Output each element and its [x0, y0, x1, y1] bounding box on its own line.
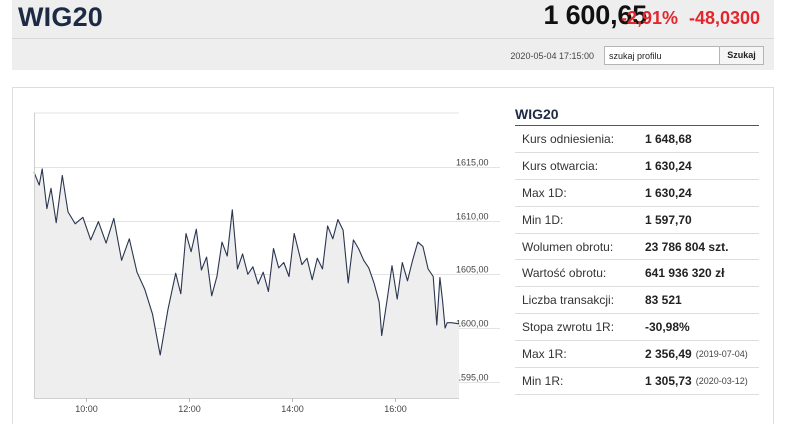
info-row-value: 1 648,68	[645, 131, 692, 146]
info-row-label: Max 1R:	[522, 347, 567, 362]
info-row-value: -30,98%	[645, 320, 690, 335]
info-row: Stopa zwrotu 1R: -30,98%	[515, 314, 759, 342]
info-row-value: 23 786 804 szt.	[645, 239, 729, 254]
info-row-date-note: (2019-07-04)	[695, 349, 748, 360]
info-row-value: 2 356,49	[645, 347, 692, 362]
y-tick-label: 1600,00	[456, 319, 489, 329]
y-tick-label: 1615,00	[456, 158, 489, 168]
info-row-label: Liczba transakcji:	[522, 293, 615, 308]
x-tick-label: 14:00	[281, 404, 304, 414]
info-row-date-note: (2020-03-12)	[695, 375, 748, 386]
info-row-value: 1 630,24	[645, 185, 692, 200]
y-tick-label: 1595,00	[456, 373, 489, 383]
info-row-label: Min 1D:	[522, 212, 564, 227]
info-row-value: 1 630,24	[645, 158, 692, 173]
info-row: Max 1D: 1 630,24	[515, 180, 759, 207]
info-row-label: Kurs otwarcia:	[522, 158, 599, 173]
info-row-label: Stopa zwrotu 1R:	[522, 320, 615, 335]
info-row-value: 83 521	[645, 293, 682, 308]
info-row: Liczba transakcji: 83 521	[515, 287, 759, 315]
info-row: Wolumen obrotu: 23 786 804 szt.	[515, 234, 759, 261]
info-table: WIG20 Kurs odniesienia: 1 648,68 Kurs otwa…	[515, 103, 759, 395]
x-tick-label: 10:00	[75, 404, 98, 414]
info-row: Min 1D: 1 597,70	[515, 207, 759, 234]
x-tick-label: 16:00	[384, 404, 407, 414]
info-row-value: 1 597,70	[645, 212, 692, 227]
info-row: Max 1R: 2 356,49 (2019-07-04)	[515, 341, 759, 369]
info-row: Kurs otwarcia: 1 630,24	[515, 153, 759, 180]
info-row-value: 641 936 320 zł	[645, 266, 725, 281]
info-row-label: Kurs odniesienia:	[522, 131, 615, 146]
info-row-label: Wolumen obrotu:	[522, 239, 614, 254]
info-row: Wartość obrotu: 641 936 320 zł	[515, 260, 759, 288]
info-row-label: Max 1D:	[522, 185, 567, 200]
info-row-value: 1 305,73	[645, 373, 692, 388]
x-tick-label: 12:00	[178, 404, 201, 414]
y-tick-label: 1610,00	[456, 212, 489, 222]
info-row-label: Wartość obrotu:	[522, 266, 607, 281]
info-row: Kurs odniesienia: 1 648,68	[515, 126, 759, 153]
info-title: WIG20	[515, 103, 759, 126]
y-tick-label: 1605,00	[456, 265, 489, 275]
info-row: Min 1R: 1 305,73 (2020-03-12)	[515, 368, 759, 395]
info-row-label: Min 1R:	[522, 373, 564, 388]
